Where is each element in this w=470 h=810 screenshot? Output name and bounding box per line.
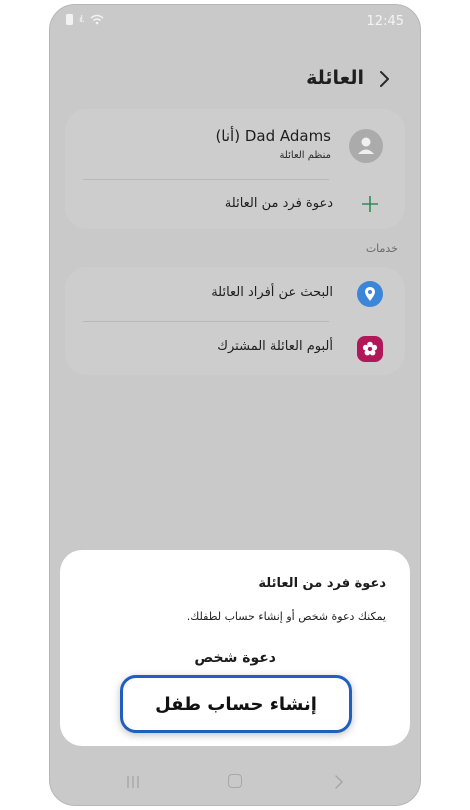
battery-icon [66, 14, 73, 25]
clock: 12:45 [366, 14, 404, 29]
create-child-account-label: إنشاء حساب طفل [155, 693, 317, 715]
back-arrow-icon[interactable] [370, 65, 398, 93]
sheet-description: يمكنك دعوة شخص أو إنشاء حساب لطفلك. [186, 610, 386, 623]
page-title: العائلة [306, 67, 364, 89]
service-item-shared-album[interactable]: ألبوم العائلة المشترك [65, 322, 405, 375]
invite-person-option[interactable]: دعوة شخص [194, 650, 276, 666]
service-label: البحث عن أفراد العائلة [211, 285, 333, 300]
services-card: البحث عن أفراد العائلة ألبوم العائلة الم… [65, 267, 405, 375]
service-label: ألبوم العائلة المشترك [217, 339, 333, 354]
signal-icon: ıl. [79, 14, 85, 25]
location-pin-icon [357, 281, 383, 307]
sheet-title: دعوة فرد من العائلة [258, 576, 386, 591]
service-item-find-family[interactable]: البحث عن أفراد العائلة [65, 267, 405, 321]
phone-screen: ıl. 12:45 العائلة Dad Adams (أنا) منظم ا… [49, 4, 421, 806]
create-child-account-option[interactable]: إنشاء حساب طفل [120, 675, 352, 733]
invite-family-label: دعوة فرد من العائلة [224, 196, 333, 211]
family-card: Dad Adams (أنا) منظم العائلة دعوة فرد من… [65, 109, 405, 229]
family-member-row[interactable]: Dad Adams (أنا) منظم العائلة [65, 109, 405, 179]
status-bar: ıl. 12:45 [50, 5, 420, 35]
status-icons: ıl. [66, 14, 104, 25]
flower-icon [357, 336, 383, 362]
person-icon [358, 137, 374, 154]
avatar [349, 129, 383, 163]
home-icon[interactable] [228, 774, 242, 788]
section-label: خدمات [365, 242, 398, 255]
member-role: منظم العائلة [279, 150, 331, 161]
nav-back-icon[interactable] [333, 773, 345, 791]
recent-apps-icon[interactable] [125, 775, 141, 789]
member-name: Dad Adams (أنا) [215, 127, 331, 145]
header: العائلة [50, 61, 420, 101]
plus-icon [362, 196, 378, 212]
invite-family-row[interactable]: دعوة فرد من العائلة [65, 180, 405, 229]
navigation-bar [50, 767, 420, 797]
invite-bottom-sheet: دعوة فرد من العائلة يمكنك دعوة شخص أو إن… [60, 550, 410, 746]
wifi-icon [90, 14, 104, 25]
